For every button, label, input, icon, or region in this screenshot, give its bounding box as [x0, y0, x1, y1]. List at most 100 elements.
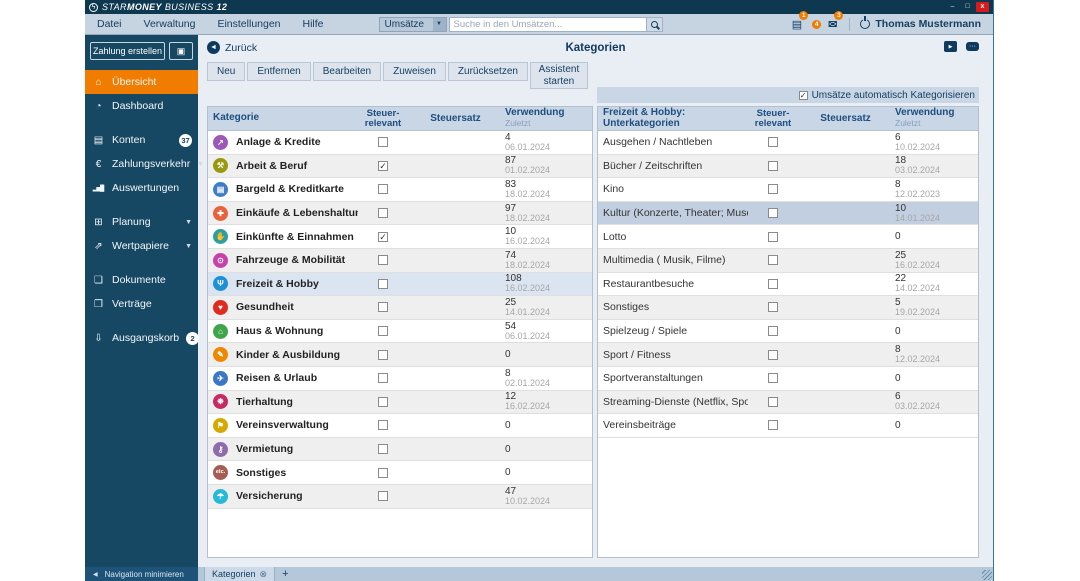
- minimize-navigation-button[interactable]: ◀ Navigation minimieren: [85, 567, 198, 581]
- table-row-streaming-dienste-netflix-spotify-etc[interactable]: Streaming-Dienste (Netflix, Spotify etc.…: [598, 390, 978, 415]
- tax-relevant-checkbox[interactable]: [768, 420, 778, 431]
- table-row-einkäufe-lebenshaltung[interactable]: ✚ Einkäufe & Lebenshaltung 97 18.02.2024: [208, 201, 592, 226]
- table-row-lotto[interactable]: Lotto 0: [598, 225, 978, 249]
- tax-relevant-checkbox[interactable]: [768, 231, 778, 242]
- table-row-ausgehen-nachtleben[interactable]: Ausgehen / Nachtleben 6 10.02.2024: [598, 131, 978, 155]
- table-row-bargeld-kreditkarte[interactable]: ▤ Bargeld & Kreditkarte 83 18.02.2024: [208, 178, 592, 202]
- tax-relevant-checkbox[interactable]: [768, 326, 778, 337]
- tax-relevant-checkbox[interactable]: [768, 255, 778, 266]
- table-row-restaurantbesuche[interactable]: Restaurantbesuche 22 14.02.2024: [598, 272, 978, 297]
- table-row-sport-fitness[interactable]: Sport / Fitness 8 12.02.2024: [598, 343, 978, 367]
- add-tab-button[interactable]: +: [275, 567, 295, 581]
- tab-kategorien[interactable]: Kategorien ⊗: [204, 567, 276, 581]
- tax-relevant-checkbox[interactable]: [768, 278, 778, 289]
- menu-verwaltung[interactable]: Verwaltung: [144, 18, 196, 30]
- table-row-reisen-urlaub[interactable]: ✈ Reisen & Urlaub 8 02.01.2024: [208, 366, 592, 391]
- table-row-sonstiges[interactable]: Sonstiges 5 19.02.2024: [598, 296, 978, 320]
- tax-relevant-checkbox[interactable]: ✓: [378, 160, 388, 171]
- tax-relevant-checkbox[interactable]: [378, 373, 388, 384]
- tax-relevant-checkbox[interactable]: [378, 396, 388, 407]
- printer-button[interactable]: ▣: [169, 42, 193, 60]
- table-row-versicherung[interactable]: ☂ Versicherung 47 10.02.2024: [208, 484, 592, 509]
- table-row-fahrzeuge-mobilität[interactable]: ⊙ Fahrzeuge & Mobilität 74 18.02.2024: [208, 248, 592, 273]
- table-row-einkünfte-einnahmen[interactable]: ✋ Einkünfte & Einnahmen ✓ 10 16.02.2024: [208, 225, 592, 249]
- toolbar-assistent-starten-button[interactable]: Assistent starten: [529, 62, 588, 89]
- tab-close-icon[interactable]: ⊗: [260, 569, 268, 580]
- tax-relevant-checkbox[interactable]: [768, 137, 778, 148]
- restore-button[interactable]: □: [961, 2, 974, 12]
- tax-relevant-checkbox[interactable]: [768, 396, 778, 407]
- video-tutorial-icon[interactable]: ▶: [944, 41, 957, 52]
- rental-key-icon: ⚷: [213, 441, 228, 457]
- tax-relevant-checkbox[interactable]: [378, 349, 388, 360]
- toolbar-neu-button[interactable]: Neu: [207, 62, 246, 81]
- tax-relevant-checkbox[interactable]: [378, 326, 388, 337]
- sidebar-item-dashboard[interactable]: ◔ Dashboard: [85, 94, 198, 118]
- news-button[interactable]: ▤ 1: [792, 11, 809, 33]
- sidebar-item-übersicht[interactable]: ⌂ Übersicht: [85, 70, 198, 94]
- sidebar-item-konten[interactable]: ▤ Konten 37: [85, 128, 198, 152]
- table-row-kinder-ausbildung[interactable]: ✎ Kinder & Ausbildung 0: [208, 343, 592, 367]
- sidebar-item-planung[interactable]: ⊞ Planung ▼: [85, 210, 198, 234]
- table-row-spielzeug-spiele[interactable]: Spielzeug / Spiele 0: [598, 319, 978, 344]
- sidebar-nav: ⌂ Übersicht ◔ Dashboard ▤ Konten 37 € Zahlungsve…: [85, 70, 204, 350]
- table-row-gesundheit[interactable]: ♥ Gesundheit 25 14.01.2024: [208, 296, 592, 320]
- sidebar-item-auswertungen[interactable]: ▂▅█ Auswertungen: [85, 176, 198, 200]
- table-row-multimedia-musik-filme[interactable]: Multimedia ( Musik, Filme) 25 16.02.2024: [598, 248, 978, 273]
- table-row-anlage-kredite[interactable]: ↗ Anlage & Kredite 4 06.01.2024: [208, 131, 592, 155]
- sidebar-item-ausgangskorb[interactable]: ⇩ Ausgangskorb 2: [85, 326, 200, 350]
- tax-relevant-checkbox[interactable]: [378, 278, 388, 289]
- tax-relevant-checkbox[interactable]: [378, 420, 388, 431]
- tax-relevant-checkbox[interactable]: [768, 184, 778, 195]
- table-row-arbeit-beruf[interactable]: ⚒ Arbeit & Beruf ✓ 87 01.02.2024: [208, 154, 592, 179]
- tax-relevant-checkbox[interactable]: [768, 302, 778, 313]
- create-payment-button[interactable]: Zahlung erstellen: [90, 42, 166, 60]
- table-row-sonstiges[interactable]: etc. Sonstiges 0: [208, 461, 592, 485]
- chat-bubble-icon[interactable]: ···: [966, 42, 979, 51]
- tax-relevant-checkbox[interactable]: [768, 373, 778, 384]
- search-input[interactable]: [449, 17, 646, 31]
- tax-relevant-checkbox[interactable]: [768, 160, 778, 171]
- tax-relevant-checkbox[interactable]: [378, 137, 388, 148]
- sidebar-item-zahlungsverkehr[interactable]: € Zahlungsverkehr ▼: [85, 152, 204, 176]
- minimize-button[interactable]: –: [946, 2, 959, 12]
- close-button[interactable]: x: [976, 2, 989, 12]
- tax-relevant-checkbox[interactable]: [378, 444, 388, 455]
- toolbar-bearbeiten-button[interactable]: Bearbeiten: [312, 62, 382, 81]
- table-row-kultur-konzerte-theater-museen[interactable]: Kultur (Konzerte, Theater; Museen) 1014.0…: [598, 201, 978, 226]
- table-row-sportveranstaltungen[interactable]: Sportveranstaltungen 0: [598, 366, 978, 391]
- search-scope-value: Umsätze: [384, 18, 424, 30]
- table-row-tierhaltung[interactable]: ❉ Tierhaltung 12 16.02.2024: [208, 390, 592, 415]
- tax-relevant-checkbox[interactable]: [378, 184, 388, 195]
- table-row-vereinsverwaltung[interactable]: ⚑ Vereinsverwaltung 0: [208, 414, 592, 438]
- toolbar-zurücksetzen-button[interactable]: Zurücksetzen: [447, 62, 528, 81]
- menu-einstellungen[interactable]: Einstellungen: [217, 18, 280, 30]
- menu-hilfe[interactable]: Hilfe: [303, 18, 324, 30]
- toolbar-zuweisen-button[interactable]: Zuweisen: [383, 62, 446, 81]
- sidebar-item-dokumente[interactable]: ❏ Dokumente: [85, 268, 198, 292]
- auto-categorize-checkbox[interactable]: ✓: [798, 90, 808, 100]
- table-row-bücher-zeitschriften[interactable]: Bücher / Zeitschriften 18 03.02.2024: [598, 154, 978, 179]
- sidebar-item-verträge[interactable]: ❒ Verträge: [85, 292, 198, 316]
- table-row-kino[interactable]: Kino 8 12.02.2023: [598, 178, 978, 202]
- table-row-vereinsbeiträge[interactable]: Vereinsbeiträge 0: [598, 414, 978, 438]
- sidebar-item-wertpapiere[interactable]: ⇗ Wertpapiere ▼: [85, 234, 198, 258]
- tax-relevant-checkbox[interactable]: [378, 255, 388, 266]
- toolbar-entfernen-button[interactable]: Entfernen: [247, 62, 311, 81]
- tax-relevant-checkbox[interactable]: [768, 208, 778, 219]
- table-row-freizeit-hobby[interactable]: Ψ Freizeit & Hobby 108 16.02.2024: [208, 272, 592, 297]
- tax-relevant-checkbox[interactable]: [768, 349, 778, 360]
- tax-relevant-checkbox[interactable]: ✓: [378, 231, 388, 242]
- table-row-haus-wohnung[interactable]: ⌂ Haus & Wohnung 54 06.01.2024: [208, 319, 592, 344]
- tax-relevant-checkbox[interactable]: [378, 467, 388, 478]
- user-menu[interactable]: Thomas Mustermann: [860, 18, 983, 30]
- search-button[interactable]: [645, 17, 662, 31]
- table-row-vermietung[interactable]: ⚷ Vermietung 0: [208, 437, 592, 462]
- resize-grip[interactable]: [982, 570, 992, 580]
- search-scope-dropdown[interactable]: Umsätze ▼: [378, 16, 447, 32]
- tax-relevant-checkbox[interactable]: [378, 208, 388, 219]
- menu-datei[interactable]: Datei: [97, 18, 122, 30]
- tax-relevant-checkbox[interactable]: [378, 491, 388, 502]
- tax-relevant-checkbox[interactable]: [378, 302, 388, 313]
- mail-button[interactable]: ✉ 3: [828, 11, 844, 33]
